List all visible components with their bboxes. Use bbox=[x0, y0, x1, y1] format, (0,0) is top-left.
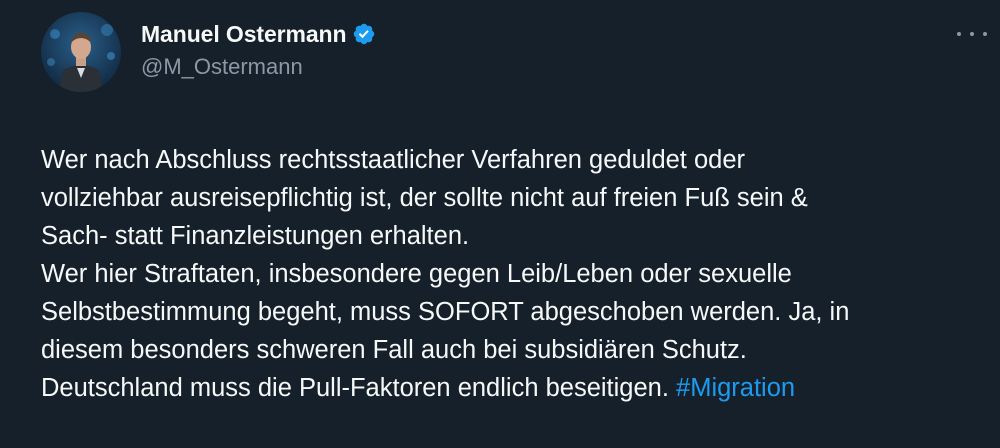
tweet-text-line: vollziehbar ausreisepflichtig ist, der s… bbox=[41, 184, 808, 212]
author-display-name[interactable]: Manuel Ostermann bbox=[141, 21, 347, 48]
author-name-row[interactable]: Manuel Ostermann bbox=[141, 19, 376, 49]
tweet-text-segment: Deutschland muss die Pull-Faktoren endli… bbox=[41, 374, 677, 402]
more-options-icon[interactable] bbox=[957, 24, 987, 44]
tweet-text-line: Wer nach Abschluss rechtsstaatlicher Ver… bbox=[41, 146, 746, 174]
more-dot-icon bbox=[983, 32, 987, 36]
tweet-text: Wer nach Abschluss rechtsstaatlicher Ver… bbox=[41, 141, 981, 407]
tweet-text-line: Selbstbestimmung begeht, muss SOFORT abg… bbox=[41, 298, 850, 326]
tweet-text-last-line: Deutschland muss die Pull-Faktoren endli… bbox=[41, 369, 981, 407]
more-dot-icon bbox=[970, 32, 974, 36]
avatar[interactable] bbox=[41, 12, 121, 92]
tweet-text-line: Sach- statt Finanzleistungen erhalten. bbox=[41, 222, 470, 250]
author-handle[interactable]: @M_Ostermann bbox=[141, 54, 303, 80]
tweet-text-line: Wer hier Straftaten, insbesondere gegen … bbox=[41, 260, 792, 288]
more-dot-icon bbox=[957, 32, 961, 36]
hashtag-link[interactable]: #Migration bbox=[676, 374, 795, 402]
verified-badge-icon bbox=[352, 22, 376, 46]
tweet-card: Manuel Ostermann @M_Ostermann Wer nach A… bbox=[0, 0, 1000, 448]
tweet-text-line: diesem besonders schweren Fall auch bei … bbox=[41, 336, 747, 364]
